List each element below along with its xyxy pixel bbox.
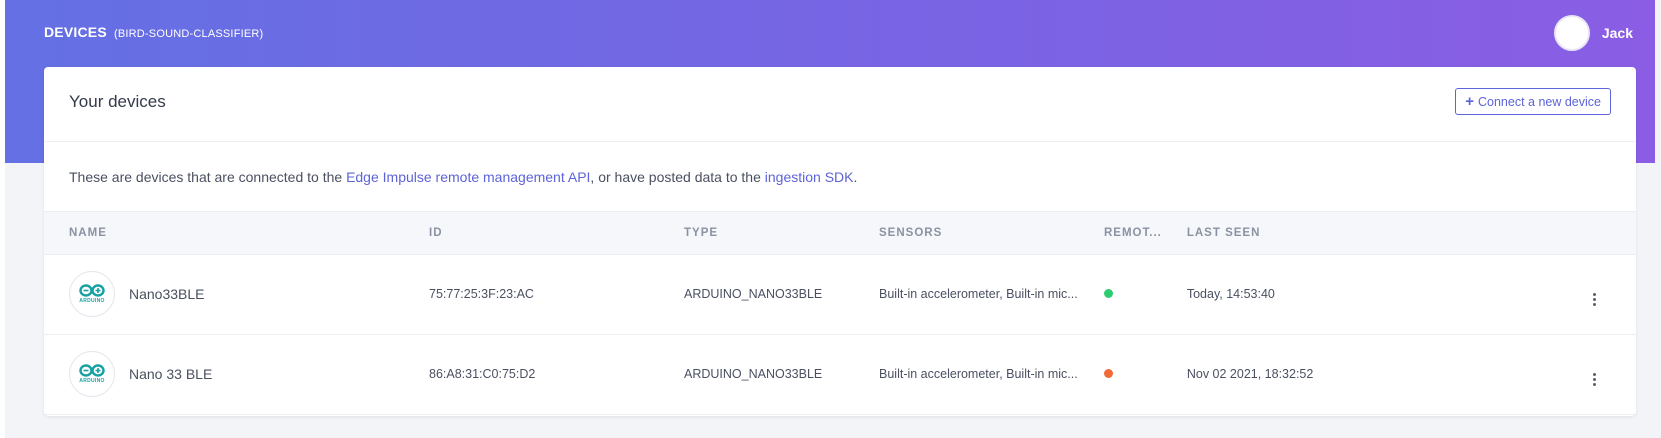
device-name[interactable]: Nano33BLE (129, 286, 205, 302)
plus-icon: + (1465, 93, 1474, 110)
intro-text: These are devices that are connected to … (44, 142, 1636, 212)
table-header-row: NAME ID TYPE SENSORS REMOT... LAST SEEN (44, 212, 1636, 255)
avatar[interactable] (1553, 15, 1590, 51)
arduino-logo-icon: ARDUINO (69, 351, 115, 397)
column-header-id[interactable]: ID (404, 212, 659, 255)
devices-table: NAME ID TYPE SENSORS REMOT... LAST SEEN … (44, 212, 1636, 415)
device-last-seen: Nov 02 2021, 18:32:52 (1186, 367, 1314, 381)
device-sensors: Built-in accelerometer, Built-in mic... (879, 367, 1078, 382)
device-type: ARDUINO_NANO33BLE (684, 367, 823, 381)
intro-prefix: These are devices that are connected to … (69, 168, 347, 185)
device-name-cell: ARDUINO Nano 33 BLE (69, 351, 404, 397)
ingestion-sdk-link[interactable]: ingestion SDK (765, 169, 854, 185)
user-menu[interactable]: Jack (1553, 15, 1633, 51)
remote-management-api-link[interactable]: Edge Impulse remote management API (346, 169, 590, 185)
row-menu-icon[interactable] (1593, 292, 1596, 306)
table-row[interactable]: ARDUINO Nano33BLE 75:77:25:3F:23:AC ARDU… (44, 254, 1636, 334)
connect-device-label: Connect a new device (1478, 94, 1601, 109)
column-header-sensors[interactable]: SENSORS (854, 212, 1079, 255)
card-title: Your devices (69, 92, 166, 111)
row-menu-icon[interactable] (1593, 372, 1596, 386)
devices-card: Your devices + Connect a new device Thes… (44, 67, 1636, 416)
column-header-remote[interactable]: REMOT... (1079, 212, 1162, 255)
column-header-name[interactable]: NAME (44, 212, 404, 255)
column-header-type[interactable]: TYPE (659, 212, 854, 255)
remote-status-online-icon (1104, 289, 1113, 298)
project-name: (BIRD-SOUND-CLASSIFIER) (113, 28, 264, 40)
column-header-actions (1461, 212, 1636, 255)
intro-middle: , or have posted data to the (590, 168, 765, 185)
remote-status-offline-icon (1104, 369, 1113, 378)
device-name[interactable]: Nano 33 BLE (129, 366, 212, 382)
intro-suffix: . (853, 168, 858, 185)
column-header-last-seen[interactable]: LAST SEEN (1161, 212, 1462, 255)
device-sensors: Built-in accelerometer, Built-in mic... (879, 287, 1078, 302)
card-header: Your devices + Connect a new device (44, 67, 1636, 142)
device-last-seen: Today, 14:53:40 (1186, 287, 1275, 301)
table-row[interactable]: ARDUINO Nano 33 BLE 86:A8:31:C0:75:D2 AR… (44, 334, 1636, 414)
arduino-logo-icon: ARDUINO (69, 271, 115, 317)
device-type: ARDUINO_NANO33BLE (684, 287, 823, 301)
user-name[interactable]: Jack (1602, 25, 1633, 41)
connect-device-button[interactable]: + Connect a new device (1455, 88, 1611, 115)
page-title: DEVICES (BIRD-SOUND-CLASSIFIER) (44, 24, 263, 40)
device-id: 75:77:25:3F:23:AC (429, 287, 534, 301)
logo-text: ARDUINO (79, 298, 105, 304)
page-title-text: DEVICES (44, 24, 107, 40)
device-id: 86:A8:31:C0:75:D2 (429, 367, 536, 381)
device-name-cell: ARDUINO Nano33BLE (69, 271, 404, 317)
logo-text: ARDUINO (79, 378, 105, 384)
